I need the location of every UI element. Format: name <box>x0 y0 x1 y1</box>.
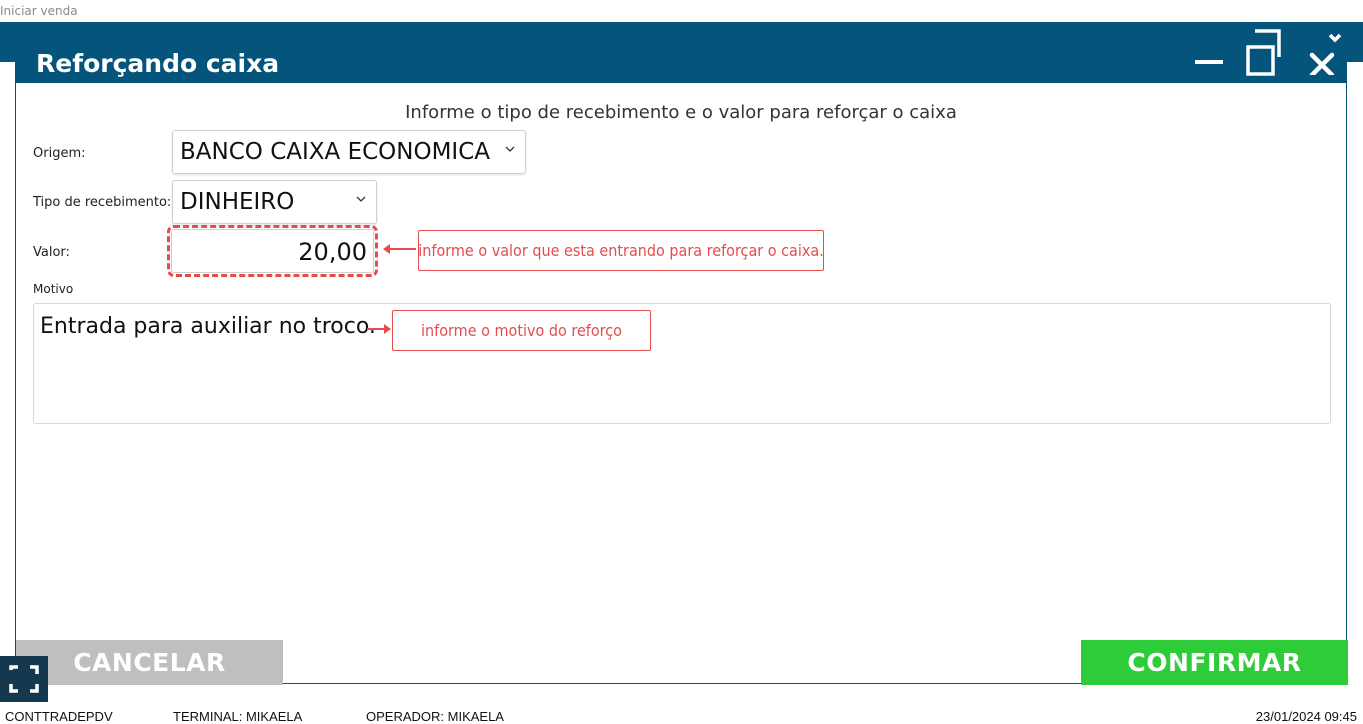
motivo-label: Motivo <box>33 282 74 296</box>
chevron-down-icon <box>505 146 515 152</box>
minimize-icon <box>1195 60 1223 64</box>
origem-select[interactable]: BANCO CAIXA ECONOMICA <box>172 130 526 174</box>
restore-icon <box>1246 29 1281 76</box>
restore-button[interactable] <box>1245 27 1281 77</box>
dialog-title: Reforçando caixa <box>36 49 280 78</box>
fullscreen-button[interactable] <box>0 656 48 702</box>
motivo-textarea-value: Entrada para auxiliar no troco. <box>40 314 376 339</box>
minimize-button[interactable] <box>1193 38 1225 72</box>
status-datetime: 23/01/2024 09:45 <box>1255 709 1357 724</box>
close-button[interactable] <box>1306 29 1342 78</box>
motivo-annotation-callout: informe o motivo do reforço <box>392 310 651 351</box>
status-operator: OPERADOR: MIKAELA <box>366 709 504 724</box>
origem-selected-value: BANCO CAIXA ECONOMICA <box>180 139 490 165</box>
status-bar: CONTTRADEPDV TERMINAL: MIKAELA OPERADOR:… <box>0 707 1363 724</box>
app-title: Iniciar venda <box>0 4 78 18</box>
motivo-arrow-head <box>384 324 391 334</box>
status-terminal: TERMINAL: MIKAELA <box>173 709 303 724</box>
valor-label: Valor: <box>33 245 70 260</box>
reforco-dialog: Reforçando caixa Informe o tipo de receb… <box>15 22 1348 685</box>
valor-annotation-callout: informe o valor que esta entrando para r… <box>418 230 824 271</box>
valor-input-value: 20,00 <box>298 238 367 266</box>
cancel-button[interactable]: CANCELAR <box>16 640 283 685</box>
tipo-recebimento-selected-value: DINHEIRO <box>180 189 295 215</box>
origem-label: Origem: <box>33 146 86 161</box>
valor-arrow-head <box>383 244 390 254</box>
close-icon <box>1309 33 1342 78</box>
dialog-header: Reforçando caixa <box>16 23 1346 83</box>
chevron-down-icon <box>356 196 366 202</box>
fullscreen-icon <box>9 665 39 693</box>
dialog-instruction: Informe o tipo de recebimento e o valor … <box>405 102 957 123</box>
tipo-recebimento-label: Tipo de recebimento: <box>33 195 172 210</box>
valor-input[interactable]: 20,00 <box>171 229 374 273</box>
motivo-annotation-arrow <box>367 328 385 330</box>
confirm-button[interactable]: CONFIRMAR <box>1081 640 1348 685</box>
valor-annotation-arrow <box>386 248 416 250</box>
status-system-name: CONTTRADEPDV <box>5 709 113 724</box>
tipo-recebimento-select[interactable]: DINHEIRO <box>172 180 377 224</box>
motivo-textarea[interactable]: Entrada para auxiliar no troco. <box>33 303 1331 424</box>
